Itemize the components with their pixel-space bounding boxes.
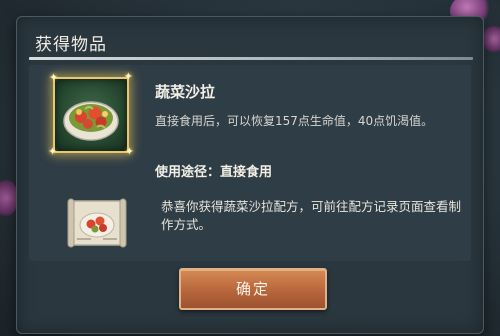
- item-name: 蔬菜沙拉: [155, 83, 216, 101]
- item-slot[interactable]: ✦ ✦ ✦ ✦: [48, 71, 134, 157]
- sparkle-icon: ✦: [49, 71, 59, 84]
- confirm-button[interactable]: 确定: [179, 268, 327, 310]
- recipe-scroll-icon: [67, 198, 127, 248]
- background-flower: [482, 24, 500, 54]
- sparkle-icon: ✦: [48, 145, 58, 158]
- title-divider: [29, 57, 473, 60]
- sparkle-icon: ✦: [123, 70, 133, 83]
- item-usage: 使用途径：直接食用: [155, 165, 273, 180]
- recipe-message: 恭喜你获得蔬菜沙拉配方，可前往配方记录页面查看制作方式。: [161, 199, 462, 232]
- item-description: 直接食用后，可以恢复157点生命值，40点饥渴值。: [155, 114, 434, 128]
- vegetable-salad-icon: [63, 101, 119, 141]
- dialog-content: ✦ ✦ ✦ ✦ 蔬菜沙拉 直接食用后，可以恢复157点生命值，40点饥渴值。 使…: [29, 65, 471, 261]
- dialog-title: 获得物品: [35, 35, 107, 55]
- item-obtained-dialog: 获得物品 ✦ ✦ ✦ ✦ 蔬菜沙拉 直接食用后，可以恢复157点生命值，40点饥…: [16, 16, 484, 334]
- sparkle-icon: ✦: [124, 145, 134, 158]
